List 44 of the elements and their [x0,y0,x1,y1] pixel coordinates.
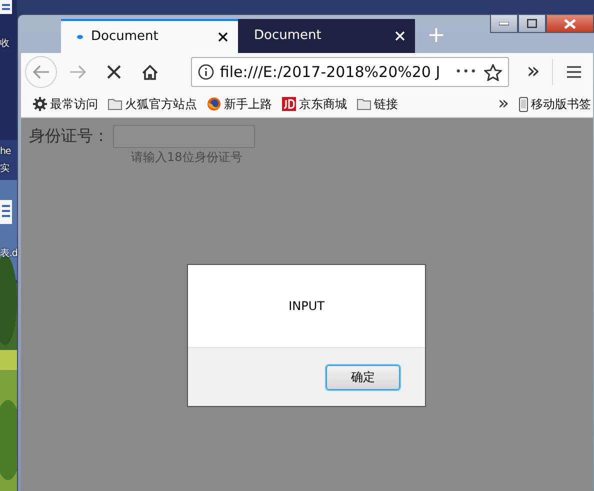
bookmark-item[interactable]: 最常访问 [33,95,98,113]
address-bar[interactable]: file:///E:/2017-2018%20%20 J ••• [190,57,509,87]
forward-arrow-icon [68,64,87,80]
document-icon[interactable] [0,200,12,224]
info-icon [198,64,214,80]
minimize-button[interactable] [490,14,518,33]
dialog-message: INPUT [288,298,324,315]
bookmark-item[interactable]: 京东商城 [282,95,347,113]
phone-icon [519,96,528,112]
minimize-icon [499,22,509,26]
bookmark-star-icon[interactable] [484,64,502,80]
stop-icon [106,65,121,79]
back-button[interactable] [25,56,57,88]
firefox-icon [207,97,221,111]
desktop-icon-label: 收 [0,38,10,50]
mobile-bookmarks-button[interactable]: 移动版书签 [519,95,591,113]
gear-icon [33,97,47,111]
maximize-button[interactable] [518,14,546,33]
jd-logo-icon [282,97,296,111]
overflow-button[interactable]: » [526,61,540,83]
desktop-icon-label: 表.d [0,248,18,260]
close-icon [564,18,576,28]
folder-icon [108,97,122,111]
menu-icon [567,66,582,78]
form-label: 身份证号： [29,125,109,147]
browser-tab[interactable]: Document [61,19,238,53]
loading-dot-icon [77,35,83,39]
close-icon[interactable] [218,32,228,42]
bookmark-item[interactable]: 火狐官方站点 [108,95,197,113]
document-icon[interactable] [0,0,12,14]
back-arrow-icon [32,64,50,80]
browser-tab[interactable]: Document [238,19,415,53]
desktop-icon-label: he [0,146,11,158]
folder-icon [357,97,371,111]
bookmark-item[interactable]: 新手上路 [207,95,272,113]
close-button[interactable] [546,14,594,33]
ok-button[interactable]: 确定 [326,364,400,390]
home-icon [142,64,158,80]
page-actions-button[interactable]: ••• [455,57,478,87]
maximize-icon [527,19,537,28]
bookmarks-overflow-button[interactable]: » [498,95,509,113]
desktop-icon-label: 实 [0,163,10,175]
hint-text: 请输入18位身份证号 [131,149,244,166]
bookmark-item[interactable]: 链接 [357,95,398,113]
